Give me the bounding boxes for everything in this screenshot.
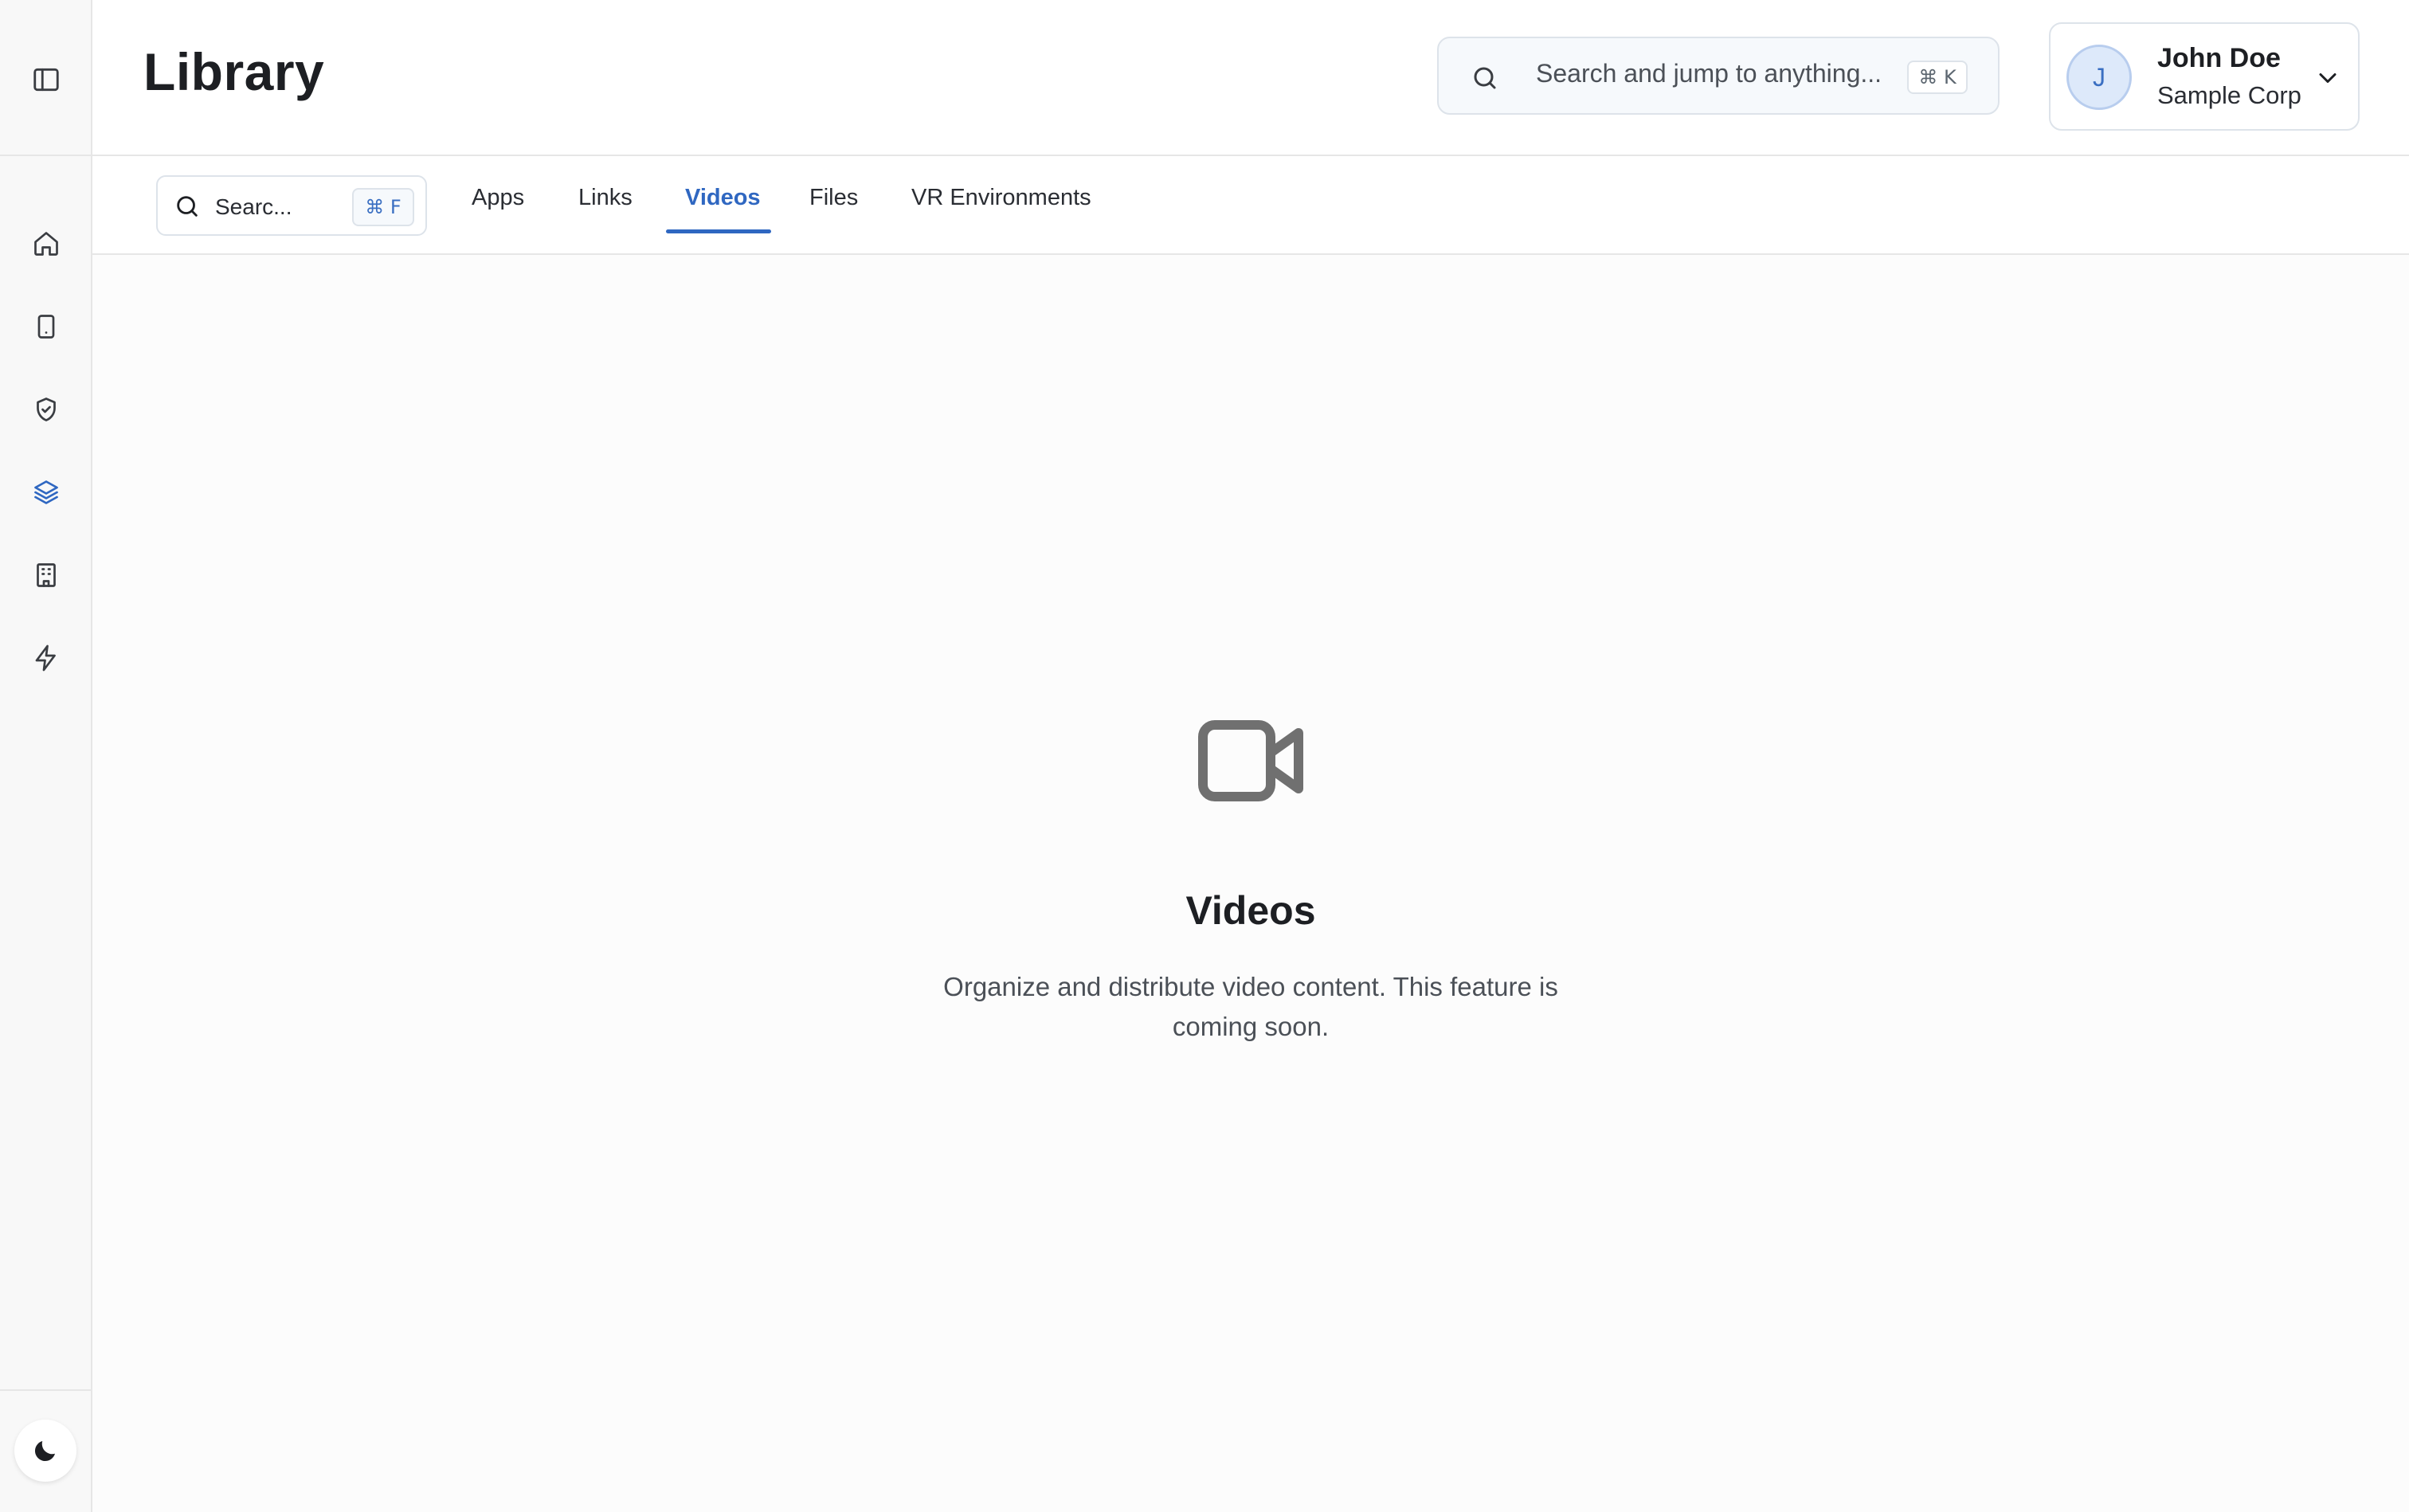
tab-apps[interactable]: Apps [472,185,524,229]
layers-icon [34,480,58,504]
sidebar-toggle-button[interactable] [24,57,69,102]
tablet-icon [37,315,55,339]
empty-state-title: Videos [1185,888,1316,933]
avatar: J [2066,45,2132,110]
global-search-placeholder: Search and jump to anything... [1536,59,1882,88]
tab-links[interactable]: Links [578,185,633,229]
library-search-placeholder: Searc... [215,194,292,219]
user-menu-button[interactable]: J John Doe Sample Corp [2049,22,2360,131]
page-title: Library [143,42,325,101]
tab-vr-environments[interactable]: VR Environments [911,185,1091,229]
zap-icon [35,644,56,672]
tab-videos[interactable]: Videos [685,185,761,229]
search-icon [1474,67,1496,89]
sidebar-item-automations[interactable] [22,634,70,682]
library-tabs: Searc... ⌘ F Apps Links Videos Files VR … [92,156,2409,255]
user-org: Sample Corp [2157,81,2301,109]
global-search-shortcut: ⌘ K [1907,61,1968,94]
tab-files[interactable]: Files [809,185,858,229]
home-icon [34,232,58,256]
sidebar [0,0,92,1512]
moon-icon [34,1441,55,1462]
video-camera-icon [1198,720,1303,801]
sidebar-toggle-icon [33,68,59,92]
chevron-down-icon [2319,73,2337,83]
library-search-shortcut: ⌘ F [352,188,414,226]
global-search-input[interactable]: Search and jump to anything... ⌘ K [1437,37,2000,115]
active-tab-indicator [666,229,771,233]
empty-state-description: Organize and distribute video content. T… [943,972,1558,1041]
sidebar-item-security[interactable] [22,386,70,433]
user-name: John Doe [2157,43,2281,73]
sidebar-item-devices[interactable] [22,303,70,351]
header: Library Search and jump to anything... ⌘… [92,0,2409,156]
sidebar-item-organization[interactable] [22,551,70,599]
sidebar-item-home[interactable] [22,220,70,268]
library-search-input[interactable]: Searc... ⌘ F [156,175,427,236]
building-icon [37,563,56,587]
sidebar-item-library[interactable] [22,468,70,516]
sidebar-bottom-divider [0,1389,92,1391]
shield-check-icon [37,398,56,421]
search-icon [177,196,198,217]
theme-toggle-button[interactable] [14,1420,76,1482]
app-root: Library Search and jump to anything... ⌘… [0,0,2409,1512]
sidebar-divider [0,155,92,156]
